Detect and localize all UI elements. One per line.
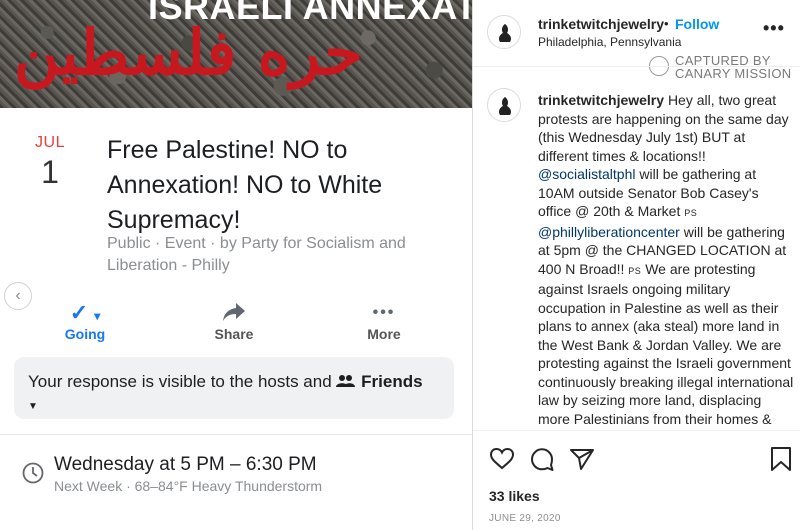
audience-dropdown-icon[interactable]: ▼ bbox=[28, 401, 38, 412]
mention-link[interactable]: @phillyliberationcenter bbox=[538, 224, 680, 240]
bookmark-icon[interactable] bbox=[768, 446, 794, 472]
comment-icon[interactable] bbox=[529, 446, 555, 472]
more-dots-icon: ••• bbox=[372, 304, 396, 321]
event-meta[interactable]: Public · Event · by Party for Socialism … bbox=[107, 233, 437, 277]
separator-dot: • bbox=[664, 16, 669, 31]
caption-ps: PS bbox=[628, 265, 642, 276]
more-button[interactable]: ••• More bbox=[344, 300, 424, 342]
heart-icon[interactable] bbox=[489, 446, 515, 472]
chevron-left-icon[interactable]: ‹ bbox=[4, 282, 32, 310]
event-date-month: JUL bbox=[35, 134, 65, 151]
share-button[interactable]: Share bbox=[194, 300, 274, 342]
share-label: Share bbox=[214, 326, 254, 342]
event-time: Wednesday at 5 PM – 6:30 PM bbox=[54, 454, 317, 475]
likes-count[interactable]: 33 likes bbox=[489, 488, 540, 504]
facebook-event-panel: ISRAELI ANNEXATION حره فلسطين JUL 1 Free… bbox=[0, 0, 472, 530]
caption-username[interactable]: trinketwitchjewelry bbox=[538, 92, 664, 108]
caption-ps: PS bbox=[684, 208, 698, 218]
divider bbox=[473, 66, 800, 67]
event-weather: Next Week · 68–84°F Heavy Thunderstorm bbox=[54, 478, 323, 494]
clock-icon bbox=[22, 462, 44, 484]
response-audience: Friends bbox=[361, 372, 423, 391]
event-title: Free Palestine! NO to Annexation! NO to … bbox=[107, 136, 383, 234]
avatar[interactable] bbox=[487, 15, 521, 49]
friends-icon bbox=[336, 372, 361, 391]
event-cover-image: ISRAELI ANNEXATION حره فلسطين bbox=[0, 0, 472, 108]
going-button[interactable]: ✓ ▾ Going bbox=[45, 300, 125, 342]
going-label: Going bbox=[64, 326, 106, 342]
divider bbox=[0, 434, 472, 435]
watermark-text: CAPTURED BY CANARY MISSION bbox=[675, 53, 792, 81]
post-date: JUNE 29, 2020 bbox=[489, 513, 561, 524]
cover-arabic-text: حره فلسطين bbox=[14, 16, 363, 89]
caption-text: We are protesting against Israels ongoin… bbox=[538, 260, 794, 427]
avatar[interactable] bbox=[487, 88, 521, 122]
divider bbox=[473, 430, 800, 431]
instagram-post-panel: trinketwitchjewelry • Follow Philadelphi… bbox=[472, 0, 800, 530]
send-icon[interactable] bbox=[569, 446, 595, 472]
event-date-day: 1 bbox=[41, 154, 59, 190]
mention-link[interactable]: @socialistaltphl bbox=[538, 166, 635, 182]
follow-button[interactable]: Follow bbox=[675, 16, 719, 32]
check-icon: ✓ ▾ bbox=[69, 300, 101, 325]
more-label: More bbox=[367, 326, 401, 342]
post-caption: trinketwitchjewelry Hey all, two great p… bbox=[538, 91, 794, 427]
more-options-icon[interactable]: ••• bbox=[763, 18, 785, 39]
post-location[interactable]: Philadelphia, Pennsylvania bbox=[538, 35, 681, 49]
response-text: Your response is visible to the hosts an… bbox=[28, 372, 332, 391]
share-arrow-icon bbox=[194, 300, 274, 326]
post-username[interactable]: trinketwitchjewelry bbox=[538, 16, 664, 32]
response-visibility-box[interactable]: Your response is visible to the hosts an… bbox=[14, 357, 454, 419]
